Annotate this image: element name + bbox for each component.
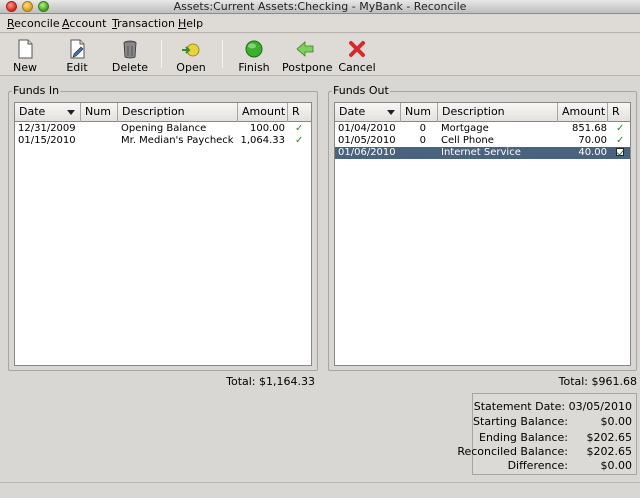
trash-icon xyxy=(123,40,137,59)
delete-button[interactable]: Delete xyxy=(110,36,150,74)
new-button[interactable]: New xyxy=(6,36,44,74)
open-transaction-icon xyxy=(182,43,200,57)
menu-bar: Reconcile Account Transaction Help xyxy=(0,15,640,33)
funds-out-table[interactable]: Date Num Description Amount R 01/04/2010… xyxy=(334,102,631,366)
funds-out-total: Total: $961.68 xyxy=(558,375,637,388)
reconciled-balance-label: Reconciled Balance: xyxy=(457,445,568,458)
column-amount[interactable]: Amount xyxy=(558,103,608,122)
finish-button[interactable]: Finish xyxy=(234,36,274,74)
table-row-selected[interactable]: 01/06/2010 Internet Service 40.00 xyxy=(335,147,630,159)
funds-in-total: Total: $1,164.33 xyxy=(226,375,315,388)
funds-in-header: Date Num Description Amount R xyxy=(15,103,311,122)
column-num[interactable]: Num xyxy=(81,103,118,122)
open-button[interactable]: Open xyxy=(172,36,210,74)
ending-balance-label: Ending Balance: xyxy=(479,431,568,444)
table-row[interactable]: 01/04/2010 0 Mortgage 851.68 ✓ xyxy=(335,123,630,135)
status-bar xyxy=(0,482,640,498)
column-num[interactable]: Num xyxy=(401,103,438,122)
funds-in-table[interactable]: Date Num Description Amount R 12/31/2009… xyxy=(14,102,312,366)
reconciled-check-icon[interactable]: ✓ xyxy=(616,123,628,135)
reconciled-check-icon[interactable]: ✓ xyxy=(295,123,307,135)
funds-out-header: Date Num Description Amount R xyxy=(335,103,630,122)
funds-out-label: Funds Out xyxy=(332,84,390,97)
menu-account[interactable]: Account xyxy=(62,17,106,30)
window-title: Assets:Current Assets:Checking - MyBank … xyxy=(173,0,467,13)
toolbar: New Edit Delete Open Finish Postpone Can… xyxy=(0,34,640,76)
edit-button[interactable]: Edit xyxy=(58,36,96,74)
toolbar-separator xyxy=(222,40,223,68)
column-amount[interactable]: Amount xyxy=(238,103,288,122)
checkbox-icon xyxy=(616,148,624,156)
close-icon xyxy=(349,41,365,57)
column-description[interactable]: Description xyxy=(438,103,558,122)
postpone-button[interactable]: Postpone xyxy=(282,36,332,74)
table-row[interactable]: 12/31/2009 Opening Balance 100.00 ✓ xyxy=(15,123,311,135)
sort-descending-icon xyxy=(387,110,395,115)
starting-balance-value: $0.00 xyxy=(600,415,633,428)
reconciled-check-icon[interactable]: ✓ xyxy=(616,135,628,147)
starting-balance-label: Starting Balance: xyxy=(473,415,568,428)
left-arrow-icon xyxy=(296,41,314,57)
menu-reconcile[interactable]: Reconcile xyxy=(7,17,60,30)
new-document-icon xyxy=(18,39,33,59)
reconciled-check-icon[interactable]: ✓ xyxy=(295,135,307,147)
finish-icon xyxy=(245,40,263,58)
reconciled-balance-value: $202.65 xyxy=(586,445,633,458)
statement-date: Statement Date: 03/05/2010 xyxy=(473,400,632,413)
column-description[interactable]: Description xyxy=(118,103,238,122)
reconcile-summary: Statement Date: 03/05/2010 Starting Bala… xyxy=(457,393,637,475)
column-reconciled[interactable]: R xyxy=(288,103,310,122)
difference-label: Difference: xyxy=(507,459,568,472)
difference-value: $0.00 xyxy=(600,459,633,472)
menu-transaction[interactable]: Transaction xyxy=(112,17,175,30)
ending-balance-value: $202.65 xyxy=(586,431,633,444)
cancel-button[interactable]: Cancel xyxy=(337,36,377,74)
funds-in-label: Funds In xyxy=(12,84,61,97)
column-reconciled[interactable]: R xyxy=(608,103,630,122)
sort-descending-icon xyxy=(67,110,75,115)
toolbar-separator xyxy=(161,40,162,68)
table-row[interactable]: 01/05/2010 0 Cell Phone 70.00 ✓ xyxy=(335,135,630,147)
edit-document-icon xyxy=(70,39,85,59)
title-bar: Assets:Current Assets:Checking - MyBank … xyxy=(0,0,640,14)
table-row[interactable]: 01/15/2010 Mr. Median's Paycheck 1,064.3… xyxy=(15,135,311,147)
reconcile-checkbox[interactable] xyxy=(616,147,628,159)
menu-help[interactable]: Help xyxy=(178,17,203,30)
